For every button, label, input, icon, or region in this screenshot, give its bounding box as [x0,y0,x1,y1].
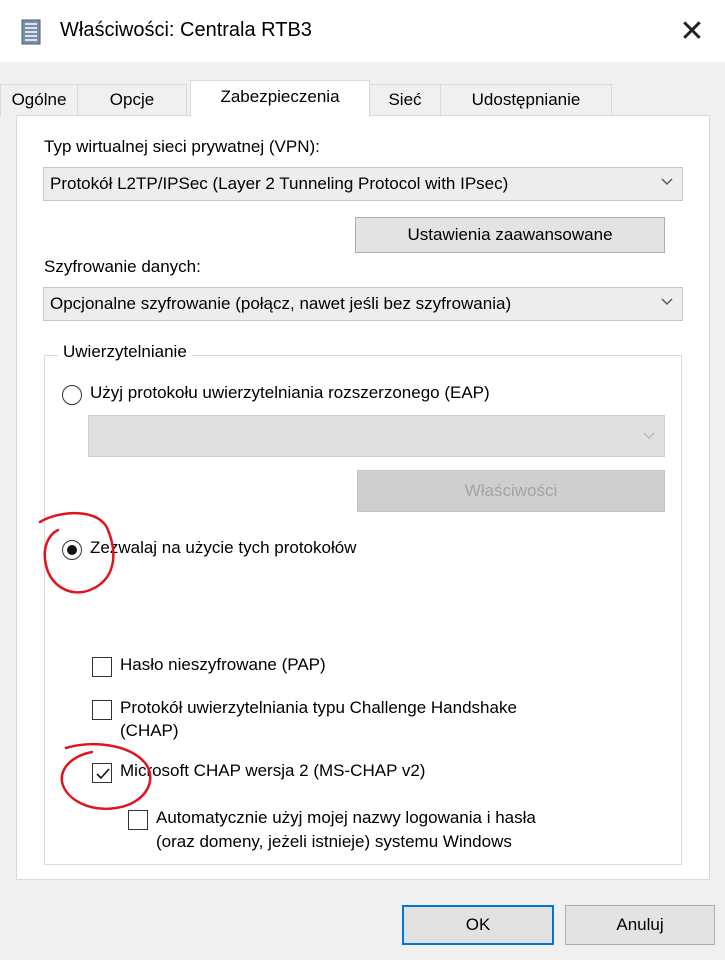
tab-label: Ogólne [11,90,67,109]
title-bar: Właściwości: Centrala RTB3 ✕ [0,0,725,62]
tab-general[interactable]: Ogólne [0,84,78,116]
cancel-button[interactable]: Anuluj [565,905,715,945]
pap-label: Hasło nieszyfrowane (PAP) [120,655,326,674]
vpn-type-value: Protokół L2TP/IPSec (Layer 2 Tunneling P… [50,174,509,193]
chevron-down-icon [661,298,673,305]
encryption-label: Szyfrowanie danych: [44,257,201,276]
close-button[interactable]: ✕ [667,8,717,54]
chap-label-line1: Protokół uwierzytelniania typu Challenge… [120,698,517,717]
tab-options[interactable]: Opcje [77,84,187,116]
tab-label: Sieć [388,90,422,109]
tab-sharing[interactable]: Udostępnianie [440,84,612,116]
mschap-v2-label: Microsoft CHAP wersja 2 (MS-CHAP v2) [120,761,426,780]
authentication-group-title: Uwierzytelnianie [58,342,192,362]
chevron-down-icon [661,178,673,185]
advanced-settings-button[interactable]: Ustawienia zaawansowane [355,217,665,253]
allow-protocols-radio[interactable] [62,540,82,560]
tab-network[interactable]: Sieć [369,84,441,116]
eap-method-select[interactable] [88,415,665,457]
allow-protocols-label: Zezwalaj na użycie tych protokołów [90,538,357,557]
ok-label: OK [465,915,491,934]
radio-selected-dot [67,545,77,555]
pap-checkbox[interactable] [92,657,112,677]
checkmark-icon [96,768,110,780]
eap-properties-button[interactable]: Właściwości [357,470,665,512]
close-icon: ✕ [679,14,705,48]
advanced-settings-label: Ustawienia zaawansowane [407,225,613,244]
tab-security[interactable]: Zabezpieczenia [190,80,370,117]
window-title: Właściwości: Centrala RTB3 [60,19,312,41]
encryption-value: Opcjonalne szyfrowanie (połącz, nawet je… [50,294,512,313]
ok-button[interactable]: OK [402,905,554,945]
mschap-v2-checkbox[interactable] [92,763,112,783]
cancel-label: Anuluj [616,915,664,934]
vpn-type-select[interactable]: Protokół L2TP/IPSec (Layer 2 Tunneling P… [43,167,683,201]
chap-checkbox[interactable] [92,700,112,720]
eap-radio-label: Użyj protokołu uwierzytelniania rozszerz… [90,383,490,402]
tab-label: Zabezpieczenia [220,87,340,106]
eap-radio[interactable] [62,385,82,405]
auto-logon-label-line2: (oraz domeny, jeżeli istnieje) systemu W… [156,832,512,851]
tab-label: Udostępnianie [471,90,581,109]
chap-label-line2: (CHAP) [120,721,179,740]
tab-strip: Ogólne Opcje Zabezpieczenia Sieć Udostęp… [0,80,725,117]
encryption-select[interactable]: Opcjonalne szyfrowanie (połącz, nawet je… [43,287,683,321]
network-connection-icon [21,19,41,45]
tab-label: Opcje [109,90,155,109]
vpn-type-label: Typ wirtualnej sieci prywatnej (VPN): [44,137,320,156]
auto-logon-checkbox[interactable] [128,810,148,830]
chevron-down-icon [643,432,655,439]
auto-logon-label-line1: Automatycznie użyj mojej nazwy logowania… [156,808,536,827]
eap-properties-label: Właściwości [464,481,558,500]
